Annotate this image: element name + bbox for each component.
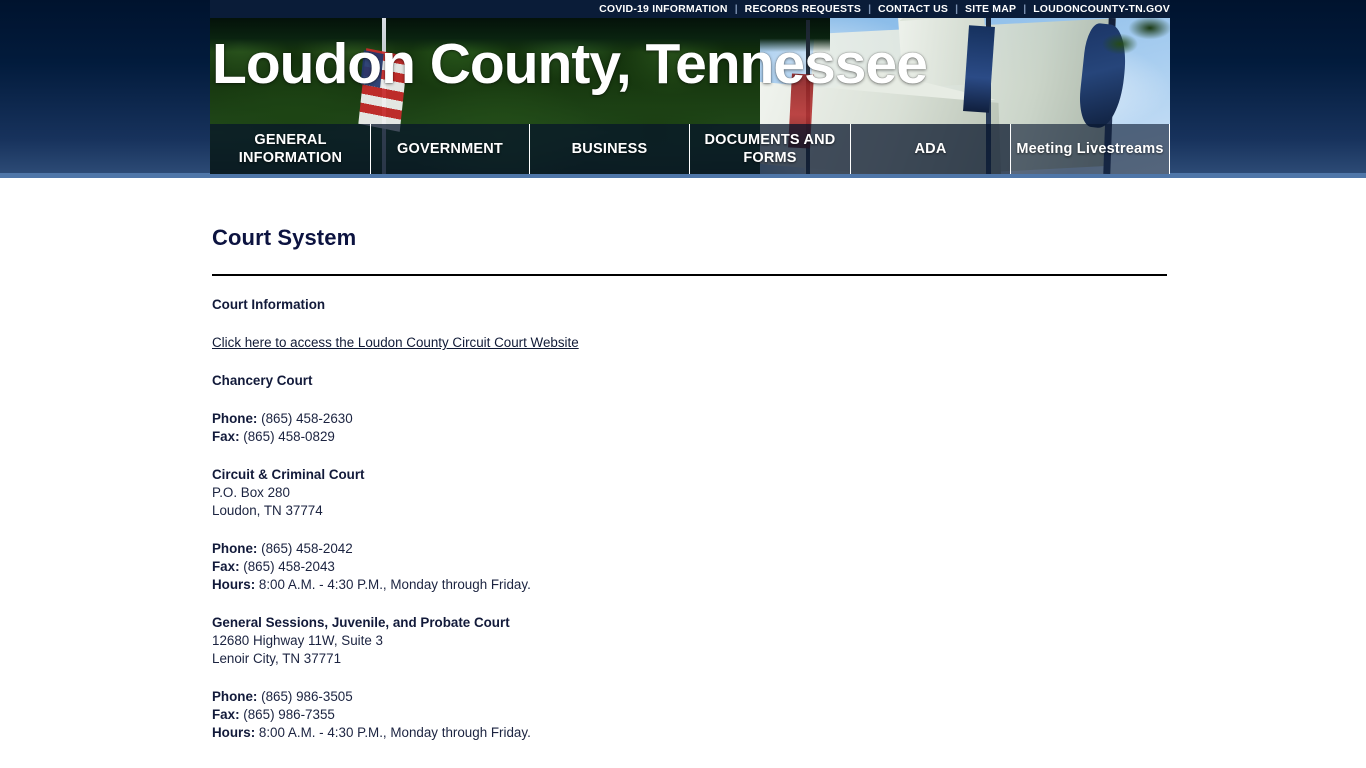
utility-separator: | — [868, 3, 872, 15]
nav-item-meeting-livestreams[interactable]: Meeting Livestreams — [1011, 124, 1170, 174]
nav-item-label: DOCUMENTS AND FORMS — [704, 132, 836, 166]
court-detail-value: (865) 458-2043 — [239, 559, 335, 574]
court-detail-row: Phone: (865) 458-2630 — [212, 410, 1168, 428]
court-address-line: Loudon, TN 37774 — [212, 503, 323, 518]
court-detail-value: (865) 458-0829 — [239, 429, 335, 444]
nav-item-label: ADA — [914, 141, 947, 157]
nav-item-government[interactable]: GOVERNMENT — [371, 124, 530, 174]
nav-item-label: GENERAL INFORMATION — [238, 132, 343, 166]
utility-link-site-map[interactable]: SITE MAP — [965, 0, 1016, 18]
court-detail-label: Phone: — [212, 689, 258, 704]
utility-link-records-requests[interactable]: RECORDS REQUESTS — [745, 0, 861, 18]
court-detail-label: Hours: — [212, 577, 256, 592]
court-detail-value: (865) 458-2042 — [257, 541, 353, 556]
court-block-general-sessions-juvenile-and-probate-court: General Sessions, Juvenile, and Probate … — [212, 614, 1168, 668]
court-name: Chancery Court — [212, 373, 313, 388]
court-address-line: P.O. Box 280 — [212, 485, 290, 500]
page-title: Court System — [212, 225, 357, 250]
utility-separator: | — [734, 3, 738, 15]
page-root: COVID-19 INFORMATION | RECORDS REQUESTS | CO… — [0, 0, 1366, 768]
court-detail-row: Phone: (865) 986-3505 — [212, 688, 1168, 706]
site-title: Loudon County, Tennessee — [212, 32, 928, 96]
court-details-circuit-criminal-court: Phone: (865) 458-2042 Fax: (865) 458-2043… — [212, 540, 1168, 594]
website-link-block: Click here to access the Loudon County C… — [212, 334, 1168, 352]
court-detail-row: Fax: (865) 986-7355 — [212, 706, 1168, 724]
court-detail-value: 8:00 A.M. - 4:30 P.M., Monday through Fr… — [255, 577, 531, 592]
nav-item-label: GOVERNMENT — [397, 141, 503, 157]
nav-item-business[interactable]: BUSINESS — [530, 124, 690, 174]
utility-separator: | — [1023, 3, 1027, 15]
courts-list: Chancery Court Phone: (865) 458-2630 Fax: … — [212, 372, 1168, 742]
court-details-general-sessions-juvenile-and-probate-court: Phone: (865) 986-3505 Fax: (865) 986-7355… — [212, 688, 1168, 742]
nav-item-label: BUSINESS — [571, 141, 648, 157]
court-details-chancery-court: Phone: (865) 458-2630 Fax: (865) 458-0829 — [212, 410, 1168, 446]
court-detail-row: Hours: 8:00 A.M. - 4:30 P.M., Monday thr… — [212, 576, 1168, 594]
court-detail-label: Hours: — [212, 725, 256, 740]
title-divider — [212, 274, 1167, 276]
utility-separator: | — [955, 3, 959, 15]
court-name: Circuit & Criminal Court — [212, 467, 365, 482]
court-detail-row: Hours: 8:00 A.M. - 4:30 P.M., Monday thr… — [212, 724, 1168, 742]
court-address-line: Lenoir City, TN 37771 — [212, 651, 342, 666]
court-detail-row: Fax: (865) 458-2043 — [212, 558, 1168, 576]
court-detail-label: Phone: — [212, 411, 258, 426]
nav-item-label: Meeting Livestreams — [1016, 141, 1164, 157]
utility-link-contact-us[interactable]: CONTACT US — [878, 0, 948, 18]
court-detail-value: (865) 986-7355 — [239, 707, 335, 722]
utility-bar: COVID-19 INFORMATION | RECORDS REQUESTS | CO… — [210, 0, 1170, 18]
court-detail-label: Fax: — [212, 559, 240, 574]
court-detail-value: 8:00 A.M. - 4:30 P.M., Monday through Fr… — [255, 725, 531, 740]
banner-column: COVID-19 INFORMATION | RECORDS REQUESTS | CO… — [210, 0, 1170, 174]
court-block-chancery-court: Chancery Court — [212, 372, 1168, 390]
court-name: General Sessions, Juvenile, and Probate … — [212, 615, 510, 630]
main-navigation: GENERAL INFORMATION GOVERNMENT BUSINESS DOC… — [210, 124, 1170, 174]
circuit-court-website-link[interactable]: Click here to access the Loudon County C… — [212, 334, 579, 352]
main-content: Court System Court Information Click her… — [0, 178, 1366, 768]
court-detail-value: (865) 986-3505 — [257, 689, 353, 704]
section-heading: Court Information — [212, 297, 326, 312]
utility-link-loudoncounty-tn-gov[interactable]: LOUDONCOUNTY-TN.GOV — [1033, 0, 1170, 18]
content-column: Court System Court Information Click her… — [212, 178, 1168, 742]
court-detail-row: Phone: (865) 458-2042 — [212, 540, 1168, 558]
court-address-line: 12680 Highway 11W, Suite 3 — [212, 633, 383, 648]
court-detail-label: Fax: — [212, 429, 240, 444]
court-detail-value: (865) 458-2630 — [257, 411, 353, 426]
nav-item-documents-and-forms[interactable]: DOCUMENTS AND FORMS — [690, 124, 851, 174]
court-detail-row: Fax: (865) 458-0829 — [212, 428, 1168, 446]
nav-item-general-information[interactable]: GENERAL INFORMATION — [210, 124, 371, 174]
court-block-circuit-criminal-court: Circuit & Criminal Court P.O. Box 280 Loud… — [212, 466, 1168, 520]
utility-link-covid-19-information[interactable]: COVID-19 INFORMATION — [599, 0, 728, 18]
nav-item-ada[interactable]: ADA — [851, 124, 1011, 174]
court-detail-label: Fax: — [212, 707, 240, 722]
court-detail-label: Phone: — [212, 541, 258, 556]
court-information-section: Court Information — [212, 296, 1168, 314]
